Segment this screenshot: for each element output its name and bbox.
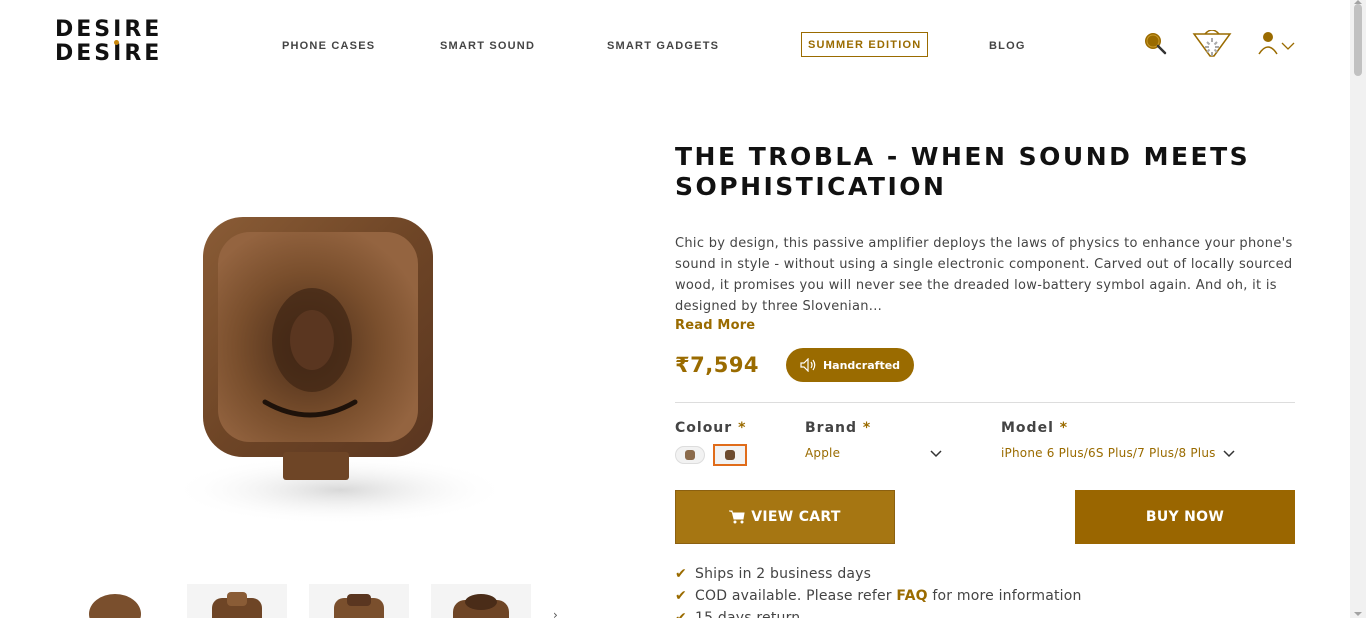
- nav-summer-edition[interactable]: SUMMER EDITION: [801, 32, 929, 57]
- thumbnail-4[interactable]: [431, 584, 531, 618]
- swatch-dot: [685, 450, 695, 460]
- check-icon: ✔: [675, 588, 687, 604]
- cod-text-before: COD available. Please refer: [695, 588, 897, 604]
- product-price: ₹7,594: [675, 353, 760, 377]
- divider: [675, 402, 1295, 403]
- scroll-down-arrow[interactable]: [1354, 612, 1362, 616]
- handcrafted-badge: Handcrafted: [786, 348, 914, 382]
- feature-text: Ships in 2 business days: [695, 566, 872, 582]
- cart-icon[interactable]: [1192, 29, 1232, 66]
- cod-text-after: for more information: [927, 588, 1082, 604]
- check-icon: ✔: [675, 610, 687, 618]
- feature-shipping: ✔ Ships in 2 business days: [675, 566, 871, 582]
- scroll-thumb[interactable]: [1354, 4, 1362, 76]
- feature-returns: ✔ 15 days return: [675, 610, 800, 618]
- logo-dot: [114, 40, 119, 45]
- logo-line-1: DESIRE: [55, 17, 163, 42]
- check-icon: ✔: [675, 566, 687, 582]
- view-cart-button[interactable]: VIEW CART: [675, 490, 895, 544]
- colour-label: Colour *: [675, 420, 746, 436]
- site-logo[interactable]: DESIRE DESIRE: [55, 18, 162, 66]
- model-label: Model *: [1001, 420, 1068, 436]
- read-more-link[interactable]: Read More: [675, 318, 755, 333]
- thumbnail-3[interactable]: [309, 584, 409, 618]
- buy-now-label: BUY NOW: [1145, 509, 1225, 525]
- feature-text: COD available. Please refer FAQ for more…: [695, 588, 1082, 604]
- buy-now-button[interactable]: BUY NOW: [1075, 490, 1295, 544]
- required-mark: *: [862, 420, 872, 436]
- product-description: Chic by design, this passive amplifier d…: [675, 236, 1293, 314]
- speaker-icon: [800, 358, 816, 372]
- faq-link[interactable]: FAQ: [896, 588, 927, 604]
- feature-cod: ✔ COD available. Please refer FAQ for mo…: [675, 588, 1082, 604]
- thumbnail-1[interactable]: [65, 584, 165, 618]
- nav-smart-gadgets[interactable]: SMART GADGETS: [607, 40, 719, 52]
- colour-swatch-walnut[interactable]: [713, 444, 747, 466]
- brand-select[interactable]: Apple: [805, 446, 840, 460]
- colour-label-text: Colour: [675, 420, 733, 436]
- site-header: DESIRE DESIRE PHONE CASES SMART SOUND SM…: [0, 0, 1350, 90]
- cart-icon: [729, 510, 745, 524]
- brand-label-text: Brand: [805, 420, 858, 436]
- model-label-text: Model: [1001, 420, 1054, 436]
- model-select[interactable]: iPhone 6 Plus/6S Plus/7 Plus/8 Plus: [1001, 446, 1216, 460]
- product-main-image[interactable]: [140, 160, 576, 560]
- thumbnail-next-icon[interactable]: ›: [553, 608, 558, 618]
- view-cart-label: VIEW CART: [751, 509, 841, 525]
- swatch-dot: [725, 450, 735, 460]
- feature-text: 15 days return: [695, 610, 801, 618]
- nav-smart-sound[interactable]: SMART SOUND: [440, 40, 535, 52]
- required-mark: *: [738, 420, 747, 436]
- page-scrollbar[interactable]: [1350, 0, 1366, 618]
- product-title: THE TROBLA - WHEN SOUND MEETS SOPHISTICA…: [675, 142, 1251, 201]
- search-icon[interactable]: [1142, 30, 1168, 60]
- chevron-down-icon[interactable]: [930, 445, 942, 465]
- chevron-down-icon[interactable]: [1281, 36, 1295, 55]
- nav-blog[interactable]: BLOG: [989, 40, 1026, 52]
- badge-label: Handcrafted: [822, 358, 901, 372]
- logo-line-2: DESIRE: [55, 41, 163, 66]
- user-icon[interactable]: [1258, 30, 1282, 60]
- required-mark: *: [1059, 420, 1069, 436]
- nav-phone-cases[interactable]: PHONE CASES: [282, 40, 375, 52]
- chevron-down-icon[interactable]: [1223, 445, 1235, 465]
- colour-swatch-light[interactable]: [675, 446, 705, 464]
- brand-label: Brand *: [805, 420, 871, 436]
- thumbnail-2[interactable]: [187, 584, 287, 618]
